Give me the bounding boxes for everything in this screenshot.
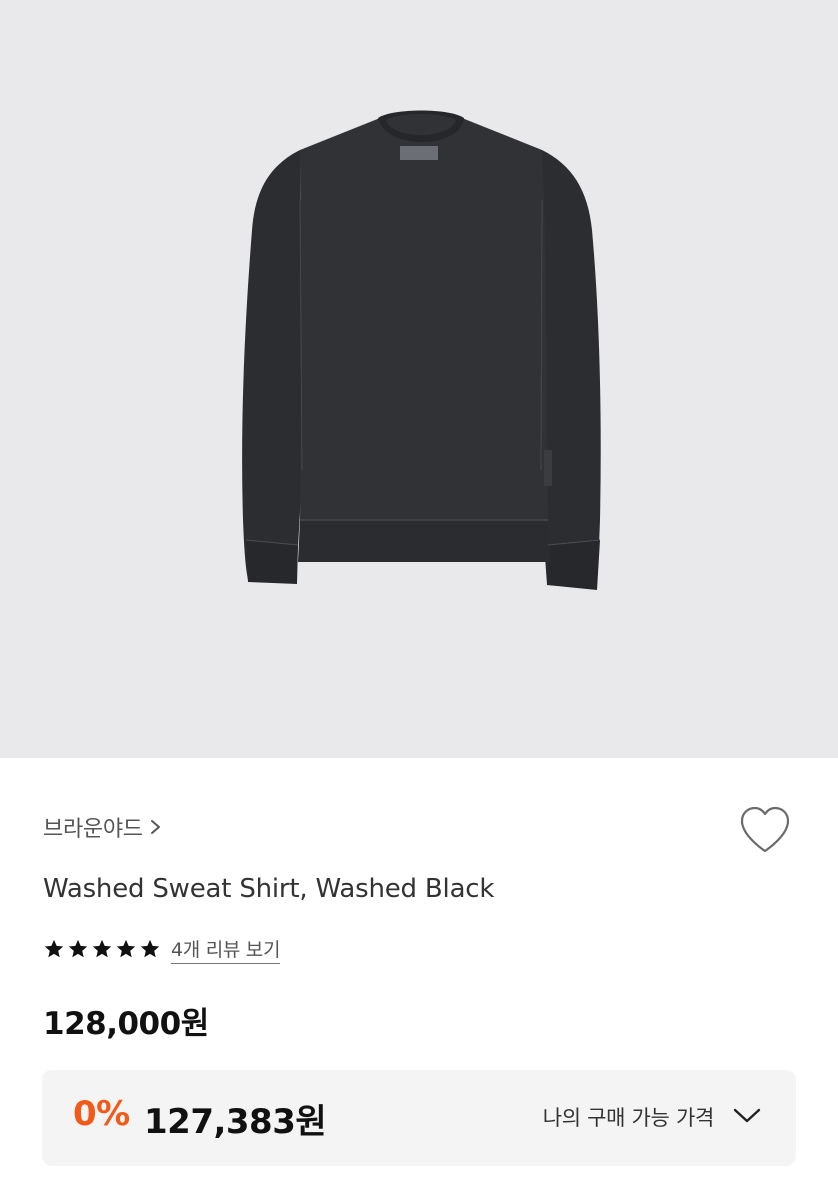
discount-percent: 0% [73, 1094, 130, 1134]
star-filled-icon [92, 939, 112, 958]
star-filled-icon [116, 939, 136, 958]
review-link[interactable]: 4개 리뷰 보기 [171, 935, 280, 964]
my-price-dropdown[interactable]: 0% 127,383원 나의 구매 가능 가격 [42, 1070, 796, 1166]
product-info-panel: 브라운야드 Washed Sweat Shirt, Washed Black 4… [0, 758, 838, 1200]
star-filled-icon [44, 939, 64, 958]
chevron-right-icon [150, 820, 160, 834]
sweatshirt-image [242, 110, 601, 590]
wishlist-button[interactable] [737, 802, 793, 858]
chevron-down-icon [733, 1108, 761, 1123]
rating-stars [43, 938, 161, 960]
my-price-label: 나의 구매 가능 가격 [542, 1106, 715, 1130]
brand-name: 브라운야드 [43, 817, 143, 842]
original-price: 128,000원 [43, 1006, 209, 1042]
product-title: Washed Sweat Shirt, Washed Black [43, 874, 495, 904]
product-image[interactable] [0, 0, 838, 758]
star-filled-icon [140, 939, 160, 958]
final-price: 127,383원 [144, 1102, 327, 1142]
heart-outline-icon [740, 806, 790, 853]
brand-link[interactable]: 브라운야드 [43, 810, 163, 844]
star-filled-icon [68, 939, 88, 958]
rating-row: 4개 리뷰 보기 [43, 934, 280, 964]
